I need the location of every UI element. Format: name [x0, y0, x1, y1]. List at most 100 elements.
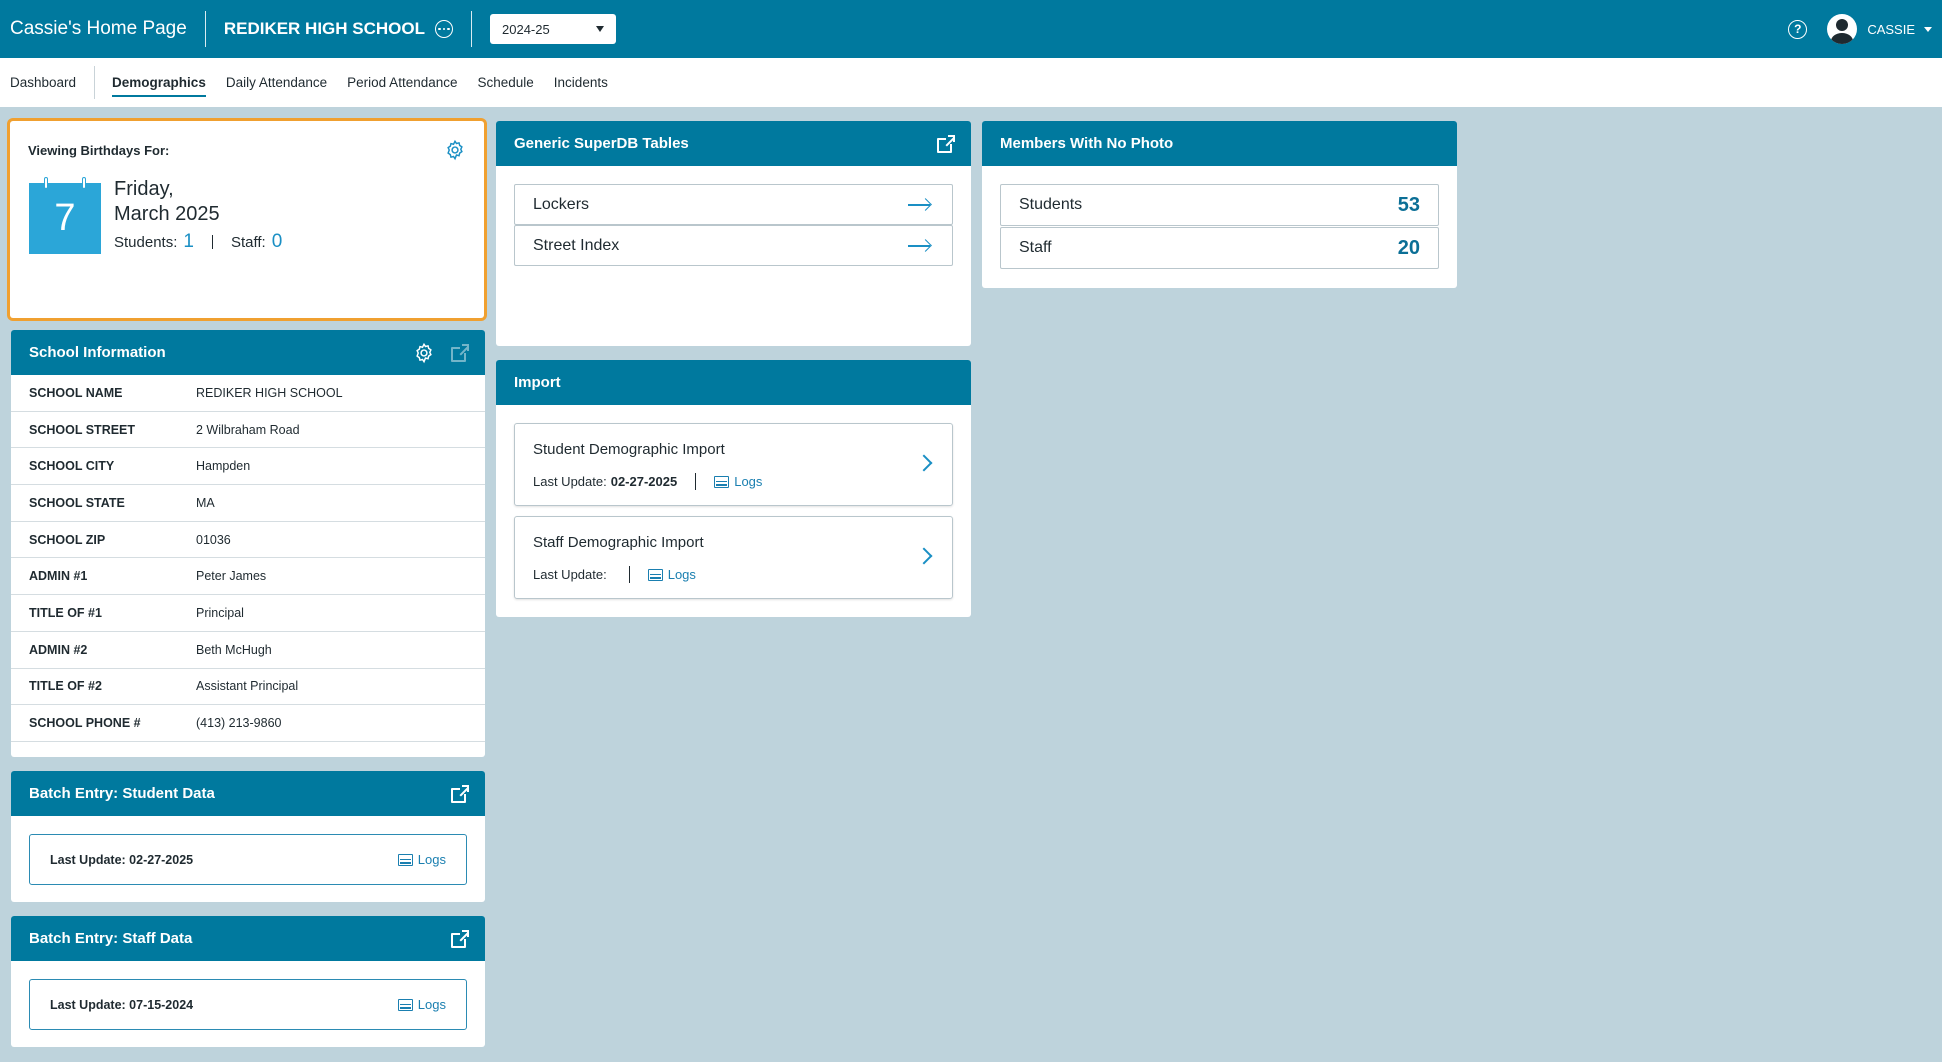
logs-label: Logs [417, 852, 446, 867]
field-key: TITLE OF #1 [29, 605, 102, 620]
tab-dashboard[interactable]: Dashboard [10, 58, 94, 107]
student-demographic-import[interactable]: Student Demographic Import Last Update: … [514, 423, 953, 506]
external-link-icon[interactable] [451, 784, 469, 803]
table-row: SCHOOL CITY Hampden [11, 448, 485, 486]
batch-staff-update-box: Last Update: 07-15-2024 Logs [29, 979, 467, 1030]
field-value: Principal [196, 605, 244, 620]
top-bar: Cassie's Home Page REDIKER HIGH SCHOOL 2… [0, 0, 1942, 58]
field-key: SCHOOL STREET [29, 422, 136, 437]
header-icons [451, 771, 469, 816]
field-value: 01036 [196, 532, 231, 547]
logs-link[interactable]: Logs [647, 567, 696, 582]
arrow-right-icon [908, 204, 930, 206]
tab-incidents[interactable]: Incidents [554, 58, 608, 107]
table-row: ADMIN #1 Peter James [11, 558, 485, 596]
more-options-icon[interactable] [435, 20, 454, 38]
birthday-weekday: Friday, [114, 178, 174, 200]
chevron-right-icon[interactable] [915, 547, 933, 565]
calendar-day-number: 7 [54, 197, 76, 239]
birthday-counts: Students: 1 Staff: 0 [114, 231, 282, 253]
logs-link[interactable]: Logs [397, 852, 446, 867]
members-no-photo-card: Members With No Photo Students 53 Staff … [982, 121, 1457, 288]
gear-icon[interactable] [444, 139, 466, 161]
help-icon[interactable]: ? [1788, 19, 1808, 39]
logs-icon [397, 998, 413, 1011]
user-area: ? CASSIE [1788, 0, 1932, 58]
students-label: Students: [114, 233, 178, 251]
card-title: Batch Entry: Student Data [29, 785, 215, 802]
field-value: (413) 213-9860 [196, 716, 282, 731]
import-header: Import [496, 360, 971, 405]
students-birthday-count[interactable]: 1 [183, 231, 194, 253]
logs-icon [397, 853, 413, 866]
home-page-title[interactable]: Cassie's Home Page [0, 11, 206, 47]
import-card: Import Student Demographic Import Last U… [496, 360, 971, 617]
avatar[interactable] [1827, 14, 1858, 44]
tab-daily-attendance[interactable]: Daily Attendance [226, 58, 327, 107]
table-row: SCHOOL STREET 2 Wilbraham Road [11, 412, 485, 449]
gear-icon[interactable] [413, 342, 435, 364]
table-row: ADMIN #2 Beth McHugh [11, 632, 485, 669]
birthday-label: Viewing Birthdays For: [28, 143, 170, 158]
logs-label: Logs [667, 567, 696, 582]
last-update-label: Last Update: [533, 567, 607, 582]
external-link-icon[interactable] [451, 343, 469, 362]
card-title: Generic SuperDB Tables [514, 135, 689, 152]
superdb-item-label: Street Index [533, 236, 620, 254]
header-icons [451, 916, 469, 961]
logs-icon [647, 568, 663, 581]
staff-demographic-import[interactable]: Staff Demographic Import Last Update: Lo… [514, 516, 953, 599]
school-selector[interactable]: REDIKER HIGH SCHOOL [206, 11, 473, 47]
table-row: SCHOOL ZIP 01036 [11, 522, 485, 559]
school-year-value: 2024-25 [502, 21, 550, 37]
batch-entry-student-card: Batch Entry: Student Data Last Update: 0… [11, 771, 485, 902]
logs-link[interactable]: Logs [714, 474, 762, 489]
field-value: REDIKER HIGH SCHOOL [196, 385, 343, 400]
chevron-right-icon[interactable] [915, 454, 933, 472]
superdb-header: Generic SuperDB Tables [496, 121, 971, 166]
divider [695, 473, 697, 490]
user-menu-chevron-down-icon[interactable] [1924, 26, 1932, 32]
divider [211, 235, 213, 249]
field-value: Assistant Principal [196, 679, 299, 694]
batch-entry-staff-header: Batch Entry: Staff Data [11, 916, 485, 961]
birthday-date: Friday, March 2025 [114, 177, 220, 227]
staff-label: Staff: [230, 233, 266, 251]
tab-demographics[interactable]: Demographics [112, 58, 206, 107]
external-link-icon[interactable] [937, 134, 955, 153]
logs-label: Logs [417, 997, 446, 1012]
field-key: SCHOOL CITY [29, 459, 115, 474]
superdb-item-lockers[interactable]: Lockers [514, 184, 953, 225]
birthday-month-year: March 2025 [114, 203, 220, 225]
import-meta: Last Update: Logs [533, 566, 696, 583]
calendar-ring [44, 177, 48, 189]
no-photo-label: Students [1019, 196, 1083, 213]
table-row: SCHOOL STATE MA [11, 485, 485, 522]
no-photo-students-row[interactable]: Students 53 [1000, 184, 1439, 226]
nav-bar: Dashboard Demographics Daily Attendance … [0, 58, 1942, 107]
no-photo-label: Staff [1019, 239, 1052, 256]
field-key: SCHOOL STATE [29, 495, 125, 510]
arrow-right-icon [908, 245, 930, 247]
last-update-date: 02-27-2025 [610, 474, 678, 489]
members-no-photo-header: Members With No Photo [982, 121, 1457, 166]
no-photo-staff-row[interactable]: Staff 20 [1000, 227, 1439, 269]
logs-link[interactable]: Logs [397, 997, 446, 1012]
nav-divider [94, 66, 95, 99]
field-key: SCHOOL ZIP [29, 532, 106, 547]
tab-period-attendance[interactable]: Period Attendance [347, 58, 457, 107]
field-key: SCHOOL NAME [29, 385, 123, 400]
no-photo-count: 20 [1397, 236, 1420, 259]
field-value: MA [196, 495, 215, 510]
user-name[interactable]: CASSIE [1867, 22, 1915, 37]
header-icons [937, 121, 955, 166]
school-year-select[interactable]: 2024-25 [490, 14, 617, 44]
staff-birthday-count[interactable]: 0 [272, 231, 283, 253]
school-information-card: School Information SCHOOL NAME REDIKER HI… [11, 330, 485, 757]
external-link-icon[interactable] [451, 929, 469, 948]
tab-schedule[interactable]: Schedule [478, 58, 534, 107]
batch-entry-student-header: Batch Entry: Student Data [11, 771, 485, 816]
field-key: ADMIN #1 [29, 569, 88, 584]
field-value: Hampden [196, 459, 251, 474]
superdb-item-street-index[interactable]: Street Index [514, 225, 953, 266]
